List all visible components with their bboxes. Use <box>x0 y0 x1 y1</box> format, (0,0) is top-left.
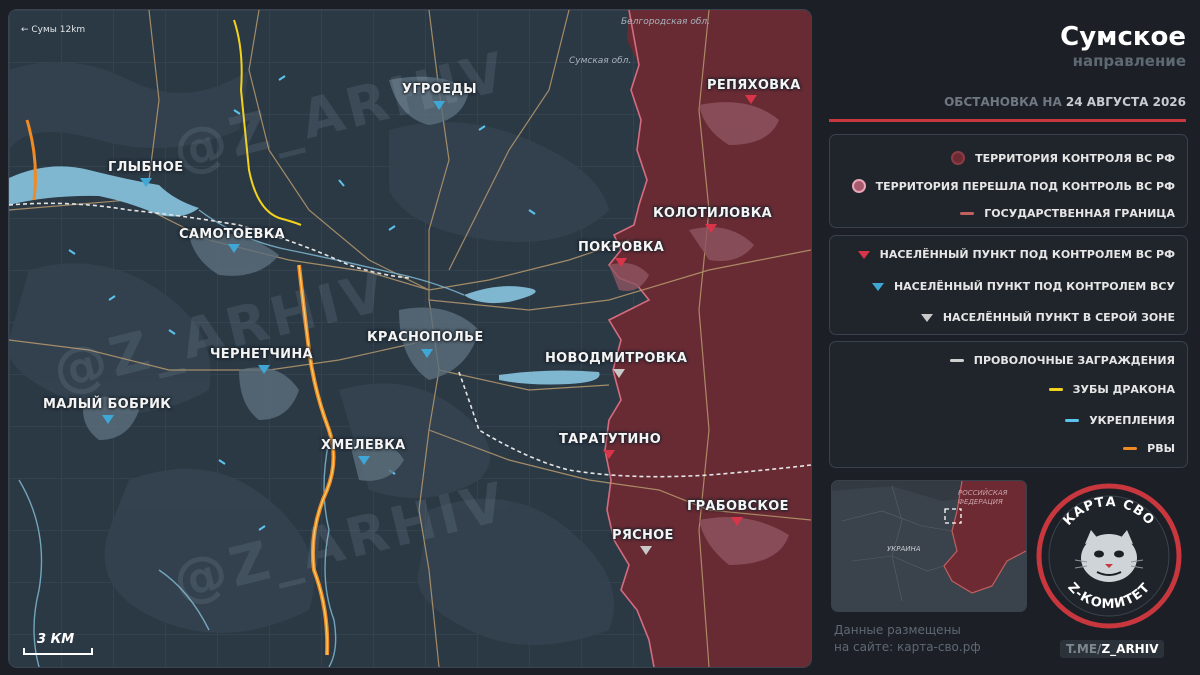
town-label: ЧЕРНЕТЧИНА <box>210 347 313 362</box>
legend-label: НАСЕЛЁННЫЙ ПУНКТ В СЕРОЙ ЗОНЕ <box>942 311 1175 324</box>
legend-label: УКРЕПЛЕНИЯ <box>1089 414 1175 427</box>
fortification-swatch <box>1065 419 1080 422</box>
telegram-link[interactable]: T.ME/Z_ARHIV <box>1060 640 1165 658</box>
legend-item: ГОСУДАРСТВЕННАЯ ГРАНИЦА <box>960 207 1175 220</box>
border-swatch <box>960 212 975 215</box>
legend-label: ЗУБЫ ДРАКОНА <box>1072 383 1175 396</box>
settlement-marker-ru <box>745 95 757 104</box>
town-label: ХМЕЛЕВКА <box>321 438 406 453</box>
settlement-marker-ua <box>140 178 152 187</box>
scale-bar-line <box>23 648 93 655</box>
grey-settlement-icon <box>920 313 933 322</box>
dragon-teeth-swatch <box>1048 388 1063 391</box>
status-date-line: ОБСТАНОВКА НА 24 АВГУСТА 2026 <box>944 95 1186 109</box>
logo-emblem: КАРТА СВО Z-КОМИТЕТ <box>1036 483 1182 629</box>
legend-item: РВЫ <box>1123 442 1175 455</box>
page-title: Сумское <box>1060 22 1186 52</box>
settlement-marker-ru <box>615 258 627 267</box>
footer-line1: Данные размещены <box>834 623 961 637</box>
town-label: ПОКРОВКА <box>578 240 665 255</box>
town-label: ГРАБОВСКОЕ <box>687 499 789 514</box>
legend-label: НАСЕЛЁННЫЙ ПУНКТ ПОД КОНТРОЛЕМ ВС РФ <box>879 248 1175 261</box>
settlement-marker-grey <box>613 369 625 378</box>
legend-label: РВЫ <box>1147 442 1175 455</box>
tme-prefix: T.ME/ <box>1066 642 1102 656</box>
scale-bar: 3 КМ <box>23 632 93 655</box>
legend-item: НАСЕЛЁННЫЙ ПУНКТ ПОД КОНТРОЛЕМ ВСУ <box>871 280 1175 293</box>
settlement-marker-ua <box>228 244 240 253</box>
legend-item: НАСЕЛЁННЫЙ ПУНКТ ПОД КОНТРОЛЕМ ВС РФ <box>857 248 1175 261</box>
legend-item: ПРОВОЛОЧНЫЕ ЗАГРАЖДЕНИЯ <box>949 354 1175 367</box>
karta-svo-logo: КАРТА СВО Z-КОМИТЕТ <box>1035 482 1183 630</box>
legend-label: ТЕРРИТОРИЯ ПЕРЕШЛА ПОД КОНТРОЛЬ ВС РФ <box>875 179 1175 193</box>
tme-handle: Z_ARHIV <box>1101 642 1159 656</box>
settlement-marker-ua <box>421 349 433 358</box>
town-label: ГЛЫБНОЕ <box>108 160 184 175</box>
ua-settlement-icon <box>871 282 884 291</box>
legend-item: ЗУБЫ ДРАКОНА <box>1048 383 1175 396</box>
town-label: МАЛЫЙ БОБРИК <box>43 397 172 412</box>
legend-label: ПРОВОЛОЧНЫЕ ЗАГРАЖДЕНИЯ <box>973 354 1175 367</box>
legend-territory: ТЕРРИТОРИЯ КОНТРОЛЯ ВС РФ ТЕРРИТОРИЯ ПЕР… <box>829 134 1188 228</box>
footer-note: Данные размещены на сайте: карта-сво.рф <box>834 622 981 656</box>
status-date: 24 АВГУСТА 2026 <box>1065 95 1186 109</box>
scale-label: 3 КМ <box>37 632 75 647</box>
footer-line2[interactable]: на сайте: карта-сво.рф <box>834 639 981 656</box>
town-label: УГРОЕДЫ <box>402 82 477 97</box>
region-label-belgorod: Белгородская обл. <box>621 17 710 27</box>
town-label: КРАСНОПОЛЬЕ <box>367 330 484 345</box>
legend-item: ТЕРРИТОРИЯ КОНТРОЛЯ ВС РФ <box>951 151 1175 165</box>
town-label: ТАРАТУТИНО <box>559 432 662 447</box>
inset-ukraine-label: УКРАИНА <box>887 545 921 553</box>
sumy-direction-label[interactable]: ← Сумы 12km <box>21 25 85 35</box>
settlement-marker-ua <box>358 456 370 465</box>
ru-gain-swatch <box>851 179 866 193</box>
legend-label: ТЕРРИТОРИЯ КОНТРОЛЯ ВС РФ <box>975 151 1175 165</box>
status-prefix: ОБСТАНОВКА НА <box>944 95 1066 109</box>
legend-label: НАСЕЛЁННЫЙ ПУНКТ ПОД КОНТРОЛЕМ ВСУ <box>893 280 1175 293</box>
divider <box>829 119 1186 122</box>
settlement-marker-ua <box>258 365 270 374</box>
ru-control-swatch <box>951 151 966 165</box>
legend-settlements: НАСЕЛЁННЫЙ ПУНКТ ПОД КОНТРОЛЕМ ВС РФ НАС… <box>829 235 1188 335</box>
ru-settlement-icon <box>857 250 870 259</box>
legend-item: ТЕРРИТОРИЯ ПЕРЕШЛА ПОД КОНТРОЛЬ ВС РФ <box>851 179 1175 193</box>
page-subtitle: направление <box>1072 52 1186 70</box>
inset-map[interactable]: РОССИЙСКАЯ ФЕДЕРАЦИЯ УКРАИНА <box>831 480 1027 612</box>
settlement-marker-ua <box>433 101 445 110</box>
page-header: Сумское направление <box>1060 22 1186 70</box>
town-label: КОЛОТИЛОВКА <box>653 206 773 221</box>
town-label: РЯСНОЕ <box>612 528 674 543</box>
settlement-marker-ru <box>705 224 717 233</box>
inset-russia-label: РОССИЙСКАЯ ФЕДЕРАЦИЯ <box>958 489 1008 506</box>
town-label: РЕПЯХОВКА <box>707 78 801 93</box>
settlement-marker-ru <box>731 517 743 526</box>
region-label-sumy: Сумская обл. <box>569 56 632 66</box>
settlement-marker-grey <box>640 546 652 555</box>
town-label: НОВОДМИТРОВКА <box>545 351 688 366</box>
legend-label: ГОСУДАРСТВЕННАЯ ГРАНИЦА <box>984 207 1175 220</box>
settlement-marker-ua <box>102 415 114 424</box>
legend-fortifications: ПРОВОЛОЧНЫЕ ЗАГРАЖДЕНИЯ ЗУБЫ ДРАКОНА УКР… <box>829 341 1188 468</box>
ditch-swatch <box>1123 447 1138 450</box>
settlement-marker-ru <box>603 450 615 459</box>
legend-item: НАСЕЛЁННЫЙ ПУНКТ В СЕРОЙ ЗОНЕ <box>920 311 1175 324</box>
wire-swatch <box>949 359 964 362</box>
legend-item: УКРЕПЛЕНИЯ <box>1065 414 1175 427</box>
town-label: САМОТОЕВКА <box>179 227 285 242</box>
map-panel[interactable]: @Z_ARHIV @Z_ARHIV @Z_ARHIV ← Сумы 12km Б… <box>8 9 812 668</box>
